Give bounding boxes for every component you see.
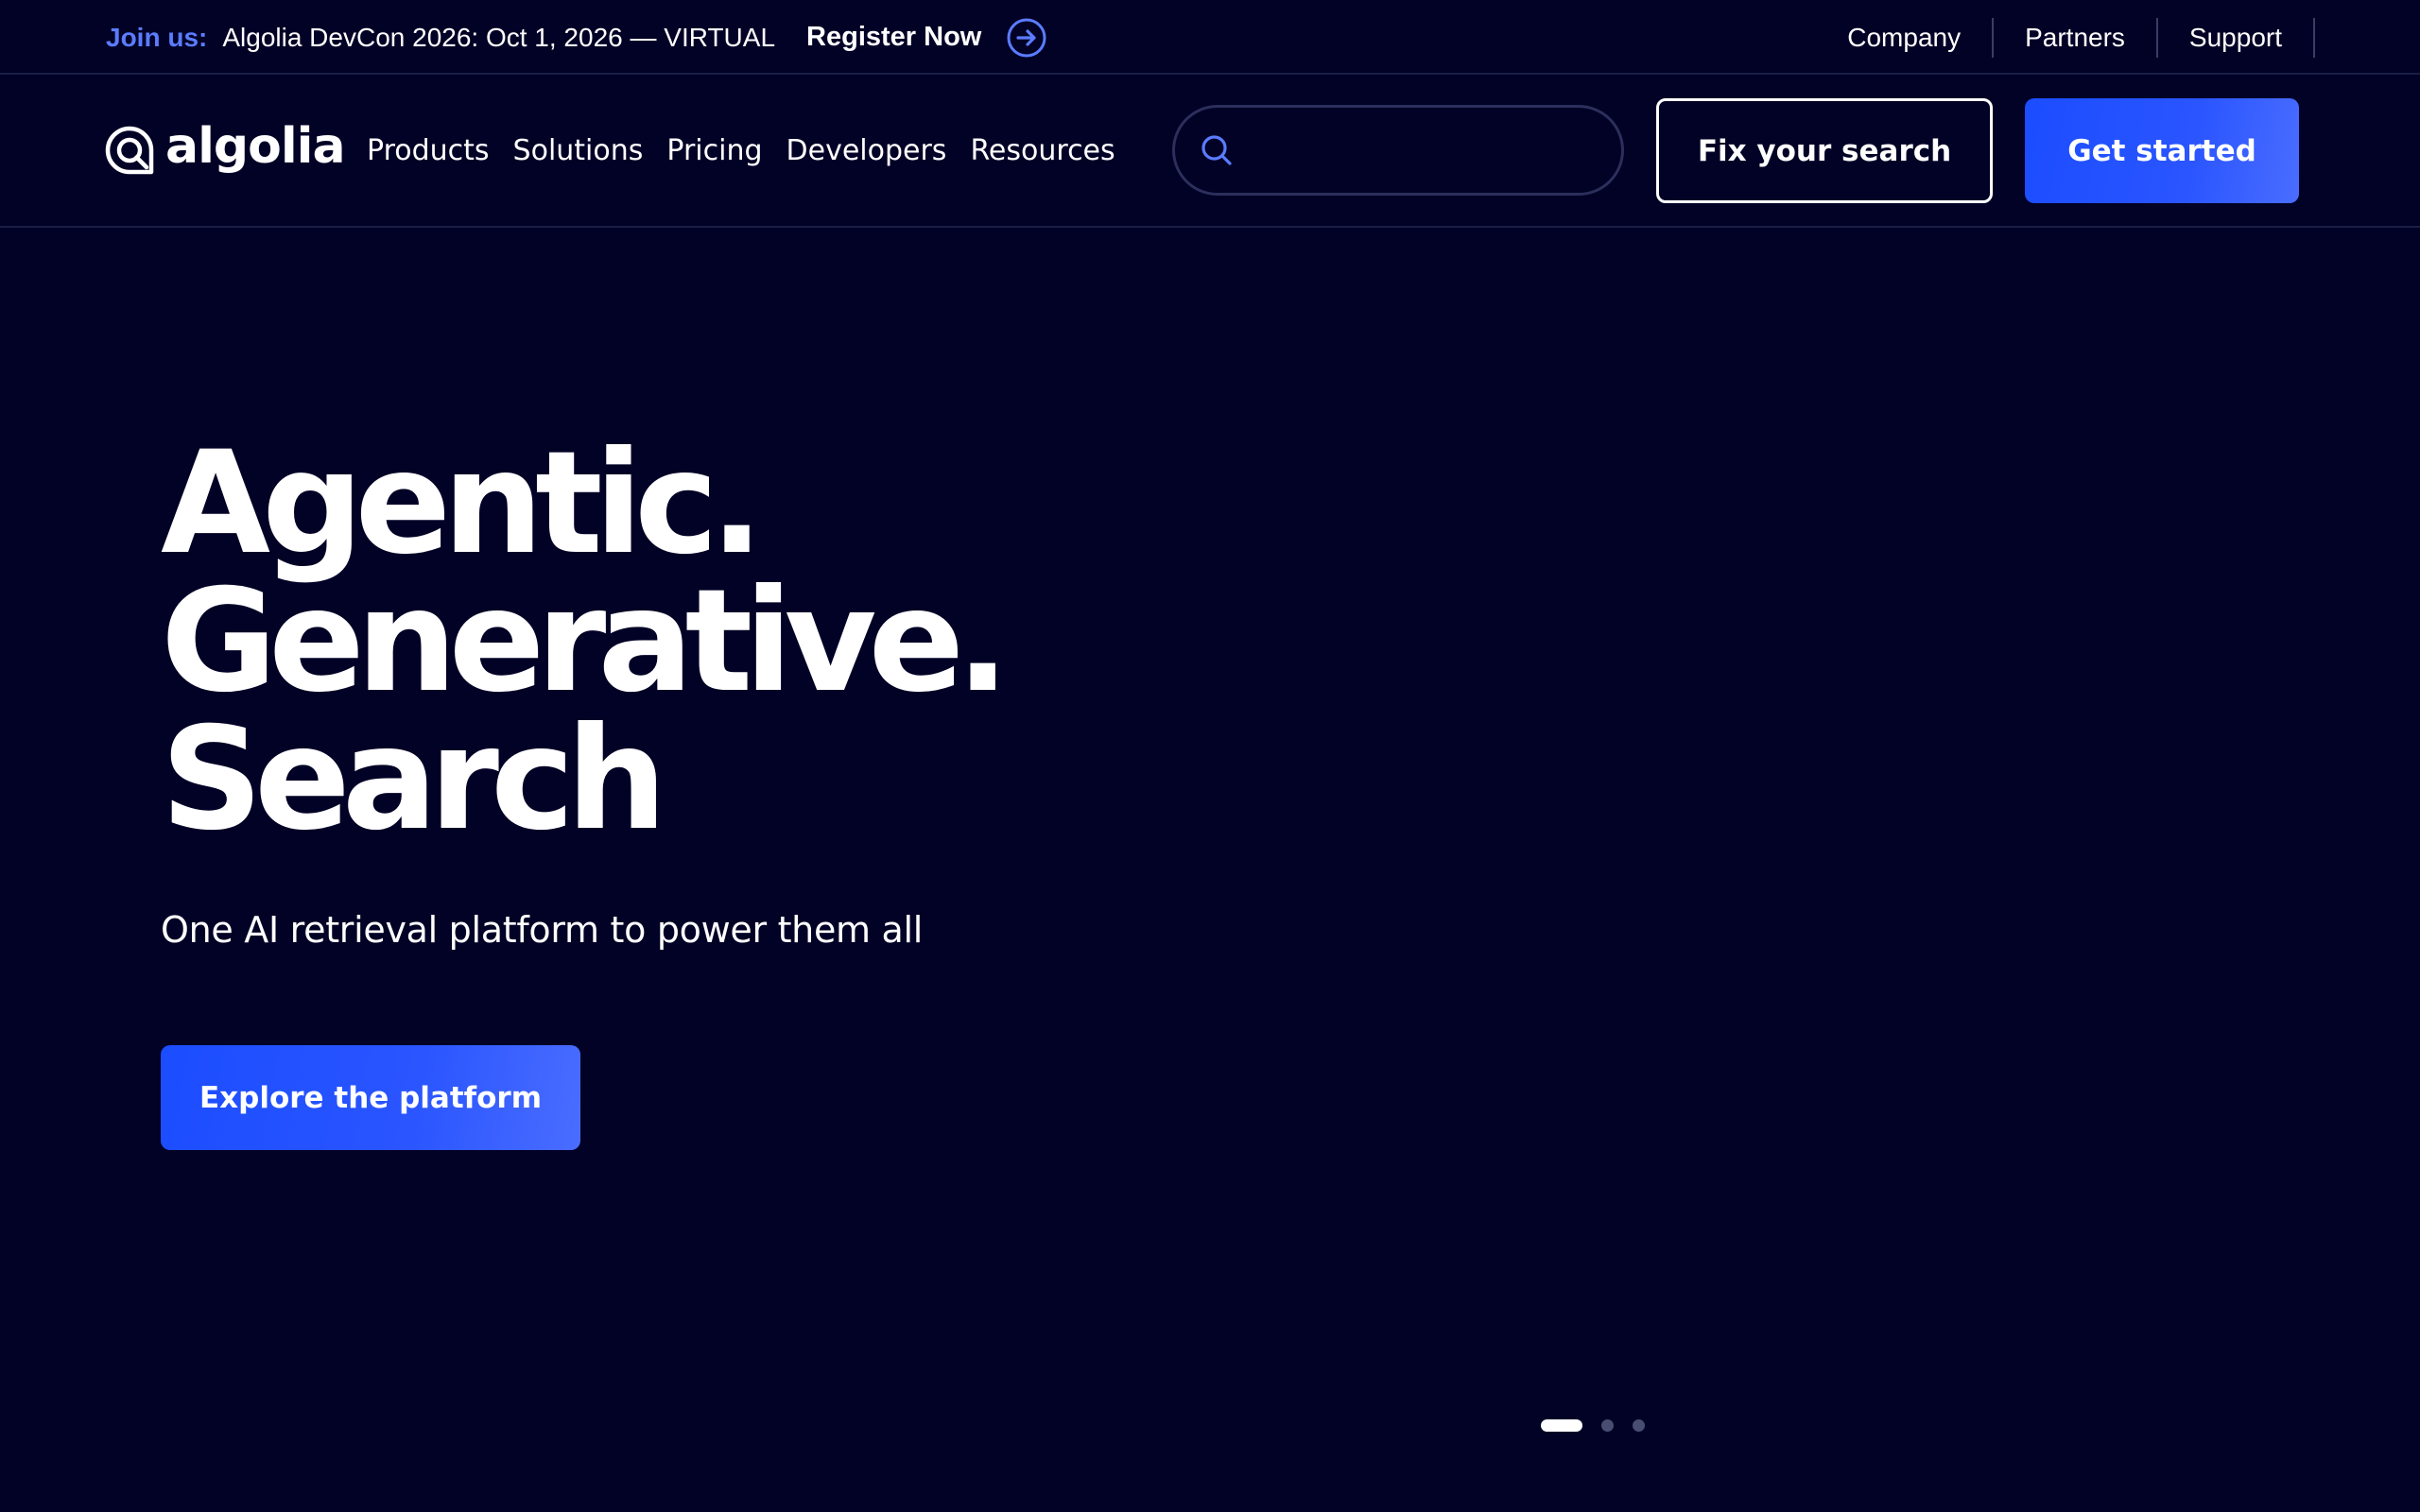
register-now-link[interactable]: Register Now [806, 22, 981, 53]
announcement-label: Join us: [106, 22, 208, 52]
utility-item-partners[interactable]: Partners [1994, 0, 2158, 75]
utility-nav: Company Partners Support [1816, 0, 2420, 75]
divider [2313, 17, 2315, 58]
hero-headline-line-3: Search [161, 697, 667, 862]
hero-headline-line-2: Generative. [161, 559, 1010, 724]
nav-item-resources[interactable]: Resources [970, 134, 1115, 167]
nav-item-products[interactable]: Products [367, 134, 490, 167]
utility-item-company[interactable]: Company [1816, 0, 1995, 75]
nav-item-solutions[interactable]: Solutions [513, 134, 644, 167]
algolia-logo-icon [105, 126, 154, 175]
announcement: Join us: Algolia DevCon 2026: Oct 1, 202… [106, 0, 1047, 75]
explore-platform-button[interactable]: Explore the platform [161, 1045, 580, 1150]
carousel-indicator [1541, 1419, 1645, 1432]
nav-item-developers[interactable]: Developers [786, 134, 947, 167]
search-icon [1201, 135, 1232, 165]
algolia-logo[interactable]: algolia [105, 122, 346, 175]
utility-item-support[interactable]: Support [2158, 0, 2315, 75]
nav-item-pricing[interactable]: Pricing [666, 134, 762, 167]
announcement-event: Algolia DevCon 2026: Oct 1, 2026 — VIRTU… [222, 22, 776, 52]
utility-label: Company [1847, 22, 1962, 52]
announcement-bar: Join us: Algolia DevCon 2026: Oct 1, 202… [0, 0, 2420, 75]
main-navigation: algolia Products Solutions Pricing Devel… [0, 75, 2420, 228]
carousel-dot-1[interactable] [1541, 1419, 1582, 1432]
carousel-dot-3[interactable] [1633, 1419, 1645, 1432]
logo-text: algolia [165, 118, 346, 175]
get-started-button[interactable]: Get started [2025, 98, 2299, 203]
hero-subtitle: One AI retrieval platform to power them … [161, 909, 924, 951]
fix-your-search-button[interactable]: Fix your search [1656, 98, 1993, 203]
carousel-dot-2[interactable] [1601, 1419, 1614, 1432]
utility-label: Support [2188, 22, 2282, 52]
hero-headline: Agentic. Generative. Search [161, 421, 1010, 862]
utility-label: Partners [2025, 22, 2125, 52]
search-box[interactable] [1172, 105, 1624, 196]
hero-headline-line-1: Agentic. [161, 421, 764, 586]
search-input[interactable] [1247, 112, 1621, 188]
arrow-right-circle-icon[interactable] [1006, 17, 1047, 59]
primary-nav: Products Solutions Pricing Developers Re… [367, 75, 1139, 226]
